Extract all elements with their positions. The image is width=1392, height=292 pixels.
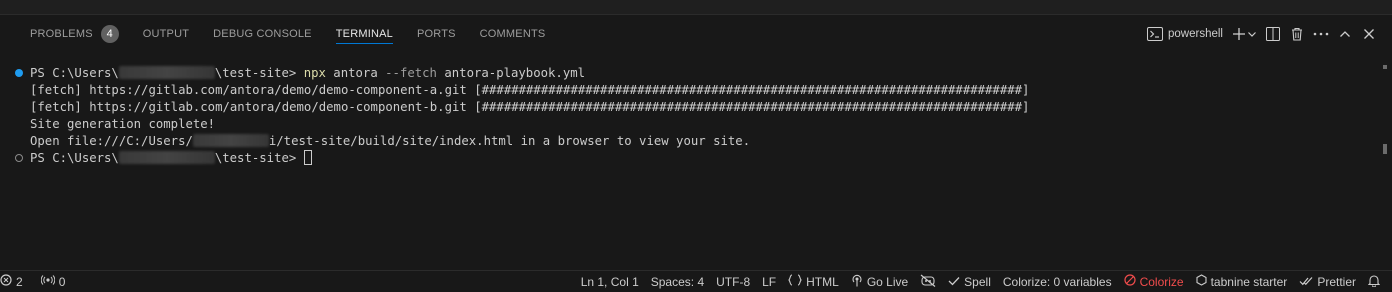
terminal-icon [1147, 27, 1164, 41]
terminal-line-command: PS C:\Users\ \test-site> npx antora --fet… [30, 65, 585, 82]
terminal-cursor [303, 150, 312, 165]
double-check-icon [1299, 275, 1313, 289]
chevron-up-icon [1338, 27, 1352, 41]
new-terminal-button[interactable] [1229, 22, 1260, 46]
error-icon [0, 274, 12, 289]
split-icon [1266, 27, 1280, 41]
indentation[interactable]: Spaces: 4 [645, 271, 710, 292]
terminal-line-prompt: PS C:\Users\ \test-site> [30, 150, 312, 167]
split-terminal-button[interactable] [1262, 22, 1284, 46]
language-mode[interactable]: HTML [782, 271, 845, 292]
terminal-line-fetch-a: [fetch] https://gitlab.com/antora/demo/d… [30, 83, 1030, 97]
colorize-label: Colorize [1139, 274, 1184, 289]
copilot-disabled-icon [920, 274, 936, 290]
panel-actions: powershell [1143, 16, 1380, 52]
tabnine-label: tabnine starter [1210, 274, 1288, 289]
spell-check-status[interactable]: Spell [942, 271, 997, 292]
tab-label: PROBLEMS [30, 28, 93, 40]
error-count: 2 [16, 274, 23, 289]
prettier-label: Prettier [1317, 274, 1356, 289]
colorize-toggle[interactable]: Colorize [1118, 271, 1190, 292]
go-live-button[interactable]: Go Live [845, 271, 914, 292]
cursor-position[interactable]: Ln 1, Col 1 [575, 271, 645, 292]
status-bar-right: Ln 1, Col 1 Spaces: 4 UTF-8 LF HTML Go L… [575, 271, 1386, 292]
terminal-line-complete: Site generation complete! [30, 117, 216, 131]
panel-header: PROBLEMS 4 OUTPUT DEBUG CONSOLE TERMINAL… [0, 16, 1392, 52]
redacted-username [192, 134, 269, 147]
redacted-username [118, 151, 215, 164]
command-args: antora [325, 66, 386, 80]
prompt-suffix: \test-site> [214, 66, 297, 80]
tab-label: DEBUG CONSOLE [213, 28, 312, 40]
problems-count-badge: 4 [100, 25, 119, 43]
maximize-panel-button[interactable] [1334, 22, 1356, 46]
more-actions-button[interactable] [1310, 22, 1332, 46]
close-panel-button[interactable] [1358, 22, 1380, 46]
ellipsis-icon [1313, 32, 1329, 36]
check-icon [948, 275, 960, 289]
prompt-prefix: PS C:\Users\ [30, 66, 119, 80]
editor-edge [0, 0, 1392, 15]
trash-icon [1290, 27, 1304, 41]
encoding[interactable]: UTF-8 [710, 271, 756, 292]
prompt-prefix: PS C:\Users\ [30, 151, 119, 165]
command-success-decoration-icon[interactable] [15, 69, 23, 77]
terminal-line-fetch-b: [fetch] https://gitlab.com/antora/demo/d… [30, 100, 1030, 114]
tab-debug-console[interactable]: DEBUG CONSOLE [201, 16, 324, 52]
prettier-status[interactable]: Prettier [1293, 271, 1362, 292]
copilot-status[interactable] [914, 271, 942, 292]
tab-label: OUTPUT [142, 28, 190, 40]
open-suffix: i/test-site/build/site/index.html in a b… [268, 134, 751, 148]
tab-label: TERMINAL [335, 28, 393, 40]
tabnine-status[interactable]: tabnine starter [1190, 271, 1294, 292]
tab-comments[interactable]: COMMENTS [468, 16, 558, 52]
open-prefix: Open file:///C:/Users/ [30, 134, 193, 148]
panel-tabs: PROBLEMS 4 OUTPUT DEBUG CONSOLE TERMINAL… [18, 16, 557, 52]
command-args: antora-playbook.yml [436, 66, 586, 80]
prompt-suffix: \test-site> [214, 151, 297, 165]
problems-status[interactable]: 2 0 [0, 271, 71, 292]
tab-problems[interactable]: PROBLEMS 4 [18, 16, 131, 52]
status-bar: 2 0 Ln 1, Col 1 Spaces: 4 UTF-8 LF HTML … [0, 270, 1392, 292]
redacted-username [118, 66, 215, 79]
chevron-down-icon[interactable] [1247, 29, 1257, 39]
tabnine-icon [1196, 274, 1207, 289]
broadcast-icon [851, 274, 863, 290]
command-pending-decoration-icon[interactable] [15, 154, 23, 162]
tab-ports[interactable]: PORTS [405, 16, 468, 52]
tab-output[interactable]: OUTPUT [131, 16, 201, 52]
end-of-line[interactable]: LF [756, 271, 782, 292]
bell-icon [1367, 274, 1381, 290]
no-entry-icon [1123, 274, 1136, 289]
colorize-variables[interactable]: Colorize: 0 variables [997, 271, 1118, 292]
scrollbar-marker [1383, 65, 1387, 69]
braces-icon [788, 274, 802, 289]
kill-terminal-button[interactable] [1286, 22, 1308, 46]
terminal-scrollbar[interactable] [1380, 52, 1392, 268]
tab-label: PORTS [416, 28, 456, 40]
terminal-output[interactable]: PS C:\Users\ \test-site> npx antora --fet… [0, 64, 1380, 269]
plus-icon [1232, 27, 1246, 41]
command-flag: --fetch [385, 66, 437, 80]
tab-terminal[interactable]: TERMINAL [324, 16, 405, 52]
command-exe: npx [303, 66, 326, 80]
shell-name: powershell [1168, 28, 1223, 40]
spell-label: Spell [964, 274, 991, 289]
go-live-label: Go Live [866, 274, 909, 289]
tab-label: COMMENTS [479, 28, 546, 40]
notifications-button[interactable] [1362, 271, 1386, 292]
language-label: HTML [806, 274, 839, 289]
warning-count: 0 [58, 274, 66, 289]
close-icon [1363, 28, 1375, 40]
ports-icon [40, 274, 55, 289]
status-bar-left: 2 0 [0, 271, 71, 292]
scrollbar-marker [1383, 144, 1387, 154]
terminal-shell-selector[interactable]: powershell [1143, 22, 1227, 46]
terminal-line-open: Open file:///C:/Users/i/test-site/build/… [30, 133, 750, 150]
